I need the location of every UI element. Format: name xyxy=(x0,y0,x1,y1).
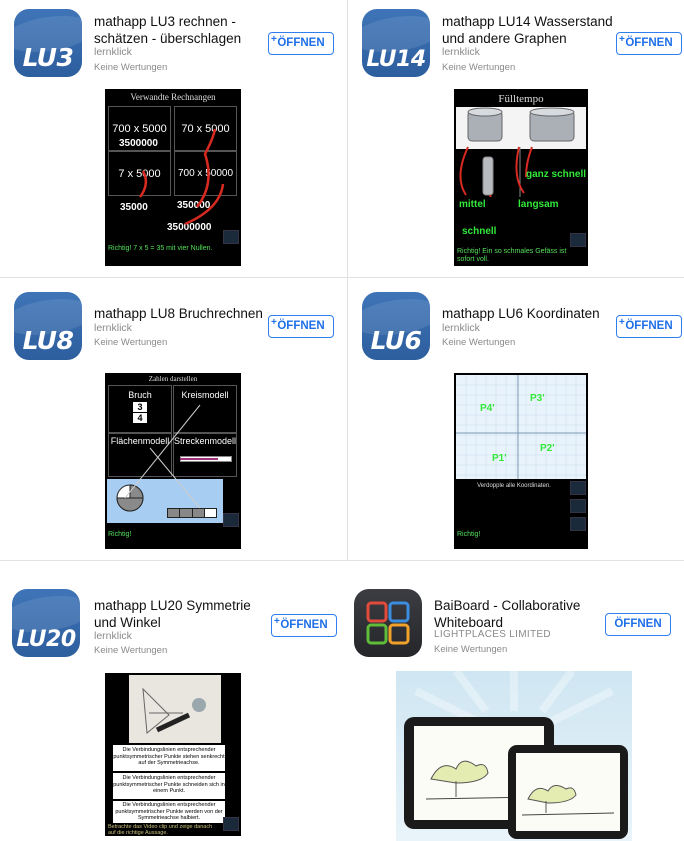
feedback-text: Richtig! xyxy=(457,531,481,538)
puzzle-app-icon[interactable] xyxy=(354,589,422,657)
app-title[interactable]: mathapp LU6 Koordinaten xyxy=(442,305,617,322)
app-rating: Keine Wertungen xyxy=(434,644,508,655)
thumbnail xyxy=(570,499,586,513)
answer-label[interactable]: schnell xyxy=(462,226,496,237)
thumbnail xyxy=(570,481,586,495)
feedback-text: Richtig! xyxy=(108,531,132,538)
thumbnail xyxy=(223,230,239,244)
puzzle-icon xyxy=(366,601,410,645)
app-developer: lernklick xyxy=(94,630,132,642)
thumbnail xyxy=(223,817,239,831)
answer-label[interactable]: langsam xyxy=(518,199,559,210)
open-button[interactable]: + ÖFFNEN xyxy=(271,614,337,637)
app-screenshot[interactable]: Die Verbindungslinien entsprechender pun… xyxy=(105,673,241,836)
point-label[interactable]: P1' xyxy=(492,453,507,464)
lu14-app-icon[interactable]: LU14 xyxy=(362,9,430,77)
app-screenshot[interactable]: Fülltempo ganz schnell mittel langsam sc… xyxy=(454,89,588,266)
point-label[interactable]: P2' xyxy=(540,443,555,454)
app-developer: lernklick xyxy=(94,322,132,334)
open-button[interactable]: + ÖFFNEN xyxy=(616,315,682,338)
app-card-lu3[interactable]: LU3 mathapp LU3 rechnen - schätzen - über… xyxy=(0,0,347,277)
lu6-app-icon[interactable]: LU6 xyxy=(362,292,430,360)
app-title[interactable]: mathapp LU8 Bruchrechnen xyxy=(94,305,269,322)
thumbnail xyxy=(570,233,586,247)
answer-label[interactable]: ganz schnell xyxy=(526,169,586,180)
app-developer: lernklick xyxy=(442,46,480,58)
app-screenshot[interactable]: Zahlen darstellen Bruch 3 4 Kreismodell … xyxy=(105,373,241,549)
app-rating: Keine Wertungen xyxy=(442,62,516,73)
arrow-overlay xyxy=(138,128,225,226)
video-sketch xyxy=(142,687,206,734)
lu8-app-icon[interactable]: LU8 xyxy=(14,292,82,360)
open-button[interactable]: + ÖFFNEN xyxy=(616,32,682,55)
task-caption: Verdopple alle Koordinaten. xyxy=(477,483,551,489)
app-rating: Keine Wertungen xyxy=(94,645,168,656)
thumbnail xyxy=(223,513,239,527)
app-card-lu8[interactable]: LU8 mathapp LU8 Bruchrechnen lernklick K… xyxy=(0,278,347,560)
app-card-lu6[interactable]: LU6 mathapp LU6 Koordinaten lernklick Ke… xyxy=(348,278,684,560)
lu3-app-icon[interactable]: LU3 xyxy=(14,9,82,77)
connector-lines xyxy=(124,404,201,509)
statement-option[interactable]: Die Verbindungslinien entsprechender pun… xyxy=(113,801,225,823)
app-rating: Keine Wertungen xyxy=(442,337,516,348)
app-developer: lernklick xyxy=(94,46,132,58)
app-developer: lernklick xyxy=(442,322,480,334)
coordinate-grid xyxy=(456,375,586,479)
open-button[interactable]: + ÖFFNEN xyxy=(268,315,334,338)
tablet-mockup xyxy=(404,671,628,839)
point-label[interactable]: P3' xyxy=(530,393,545,404)
instruction-text: Betrachte das Video clip und zeige danac… xyxy=(108,824,213,836)
open-button[interactable]: + ÖFFNEN xyxy=(268,32,334,55)
app-card-lu14[interactable]: LU14 mathapp LU14 Wasserstand und andere … xyxy=(348,0,684,277)
statement-option[interactable]: Die Verbindungslinien entsprechender pun… xyxy=(113,773,225,799)
app-title[interactable]: mathapp LU20 Symmetrie und Winkel xyxy=(94,597,264,631)
app-title[interactable]: BaiBoard - Collaborative Whiteboard xyxy=(434,597,624,631)
app-card-baiboard[interactable]: BaiBoard - Collaborative Whiteboard LIGHT… xyxy=(348,561,684,841)
answer-label[interactable]: mittel xyxy=(459,199,486,210)
vessel-illustration xyxy=(459,107,575,197)
app-rating: Keine Wertungen xyxy=(94,62,168,73)
thumbnail xyxy=(570,517,586,531)
lu20-app-icon[interactable]: LU20 xyxy=(12,589,80,657)
app-developer: LIGHTPLACES LIMITED xyxy=(434,629,551,640)
app-screenshot[interactable]: P4' P3' P2' P1' Verdopple alle Koordinat… xyxy=(454,373,588,549)
feedback-text: Richtig! 7 x 5 = 35 mit vier Nullen. xyxy=(108,245,213,252)
app-screenshot[interactable]: Verwandte Rechnangen 700 x 5000 70 x 500… xyxy=(105,89,241,266)
app-rating: Keine Wertungen xyxy=(94,337,168,348)
statement-option[interactable]: Die Verbindungslinien entsprechender pun… xyxy=(113,745,225,771)
app-title[interactable]: mathapp LU14 Wasserstand und andere Graph… xyxy=(442,13,617,47)
app-title[interactable]: mathapp LU3 rechnen - schätzen - überschl… xyxy=(94,13,264,47)
open-button[interactable]: ÖFFNEN xyxy=(605,613,671,636)
screenshot-header: Fülltempo xyxy=(498,93,544,105)
app-card-lu20[interactable]: LU20 mathapp LU20 Symmetrie und Winkel le… xyxy=(0,561,347,841)
feedback-text: Richtig! Ein so schmales Gefäss ist sofo… xyxy=(457,248,567,263)
app-screenshot[interactable] xyxy=(396,671,632,841)
point-label[interactable]: P4' xyxy=(480,403,495,414)
